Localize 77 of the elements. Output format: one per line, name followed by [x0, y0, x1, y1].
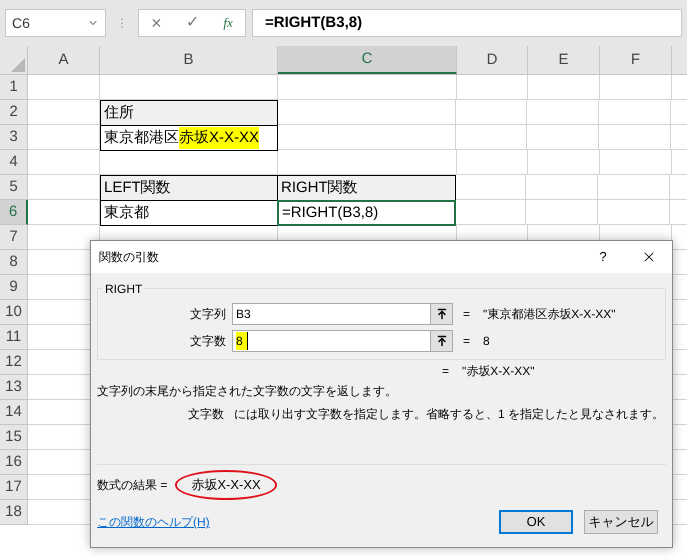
row-header[interactable]: 4: [0, 150, 28, 175]
row-header[interactable]: 14: [0, 400, 28, 425]
empty-cell[interactable]: [457, 150, 528, 175]
column-header[interactable]: E: [528, 46, 600, 74]
empty-cell[interactable]: [456, 100, 527, 125]
empty-cell[interactable]: [598, 175, 670, 200]
empty-cell[interactable]: [457, 75, 528, 100]
empty-cell[interactable]: [278, 75, 457, 100]
empty-cell[interactable]: [456, 125, 527, 150]
empty-cell[interactable]: [527, 125, 599, 150]
row-header[interactable]: 6: [0, 200, 28, 225]
function-description: 文字列の末尾から指定された文字数の文字を返します。: [96, 383, 398, 400]
help-button[interactable]: ?: [580, 241, 626, 273]
row-header[interactable]: 15: [0, 425, 28, 450]
row-header[interactable]: 18: [0, 500, 28, 525]
upload-arrow-icon: [436, 335, 448, 347]
table-cell: RIGHT関数: [277, 175, 456, 201]
upload-arrow-icon: [436, 308, 448, 320]
formula-result-value: 赤坂X-X-XX: [175, 470, 277, 500]
argument-result: "東京都港区赤坂X-X-XX": [483, 306, 616, 323]
empty-cell[interactable]: [528, 150, 600, 175]
help-link[interactable]: この関数のヘルプ(H): [97, 513, 499, 531]
row-header[interactable]: 13: [0, 375, 28, 400]
empty-cell[interactable]: [598, 200, 670, 225]
row-header[interactable]: 3: [0, 125, 28, 150]
row-header[interactable]: 5: [0, 175, 28, 200]
highlighted-text: 赤坂X-X-XX: [179, 126, 260, 150]
collapse-button[interactable]: [431, 330, 453, 352]
cancel-button[interactable]: ×: [151, 10, 162, 36]
column-header[interactable]: F: [600, 46, 672, 74]
dialog-title: 関数の引数: [99, 249, 160, 266]
table-cell: 東京都: [100, 200, 278, 226]
enter-button[interactable]: ✓: [186, 11, 200, 35]
row-header[interactable]: 8: [0, 250, 28, 275]
row-header[interactable]: 9: [0, 275, 28, 300]
empty-cell[interactable]: [599, 100, 671, 125]
function-result: "赤坂X-X-XX": [462, 363, 535, 380]
row-header[interactable]: 11: [0, 325, 28, 350]
column-header[interactable]: D: [457, 46, 528, 74]
argument-label: 文字数: [189, 333, 227, 350]
column-header[interactable]: C: [278, 46, 457, 74]
argument-name: 文字数: [188, 406, 224, 423]
empty-cell[interactable]: [600, 75, 672, 100]
empty-cell[interactable]: [527, 100, 599, 125]
formula-result-label: 数式の結果 =: [97, 477, 168, 494]
table-cell: =RIGHT(B3,8): [277, 200, 456, 226]
row-header[interactable]: 1: [0, 75, 28, 100]
row-header[interactable]: 16: [0, 450, 28, 475]
empty-cell[interactable]: [599, 125, 671, 150]
column-header[interactable]: A: [28, 46, 100, 74]
argument-field[interactable]: B3: [232, 303, 431, 325]
name-box[interactable]: C6: [5, 9, 106, 37]
empty-cell[interactable]: [526, 200, 598, 225]
row-header[interactable]: 2: [0, 100, 28, 125]
empty-cell[interactable]: [600, 150, 672, 175]
row-header[interactable]: 7: [0, 225, 28, 250]
table-cell: 住所: [100, 100, 278, 126]
equals-sign: =: [442, 363, 450, 380]
dialog-button[interactable]: OK: [499, 510, 573, 534]
empty-cell[interactable]: [526, 175, 598, 200]
collapse-button[interactable]: [431, 303, 453, 325]
row-header[interactable]: 17: [0, 475, 28, 500]
argument-result: 8: [483, 333, 490, 350]
argument-description: には取り出す文字数を指定します。省略すると、1 を指定したと見なされます。: [234, 406, 664, 423]
argument-label: 文字列: [189, 306, 227, 323]
equals-sign: =: [463, 333, 472, 350]
dialog-button[interactable]: キャンセル: [584, 510, 658, 534]
table-cell: LEFT関数: [100, 175, 278, 201]
row-header[interactable]: 12: [0, 350, 28, 375]
equals-sign: =: [463, 306, 472, 323]
empty-cell[interactable]: [528, 75, 600, 100]
argument-field[interactable]: 8: [232, 330, 431, 352]
table-cell: 東京都港区赤坂X-X-XX: [100, 125, 278, 151]
formula-field[interactable]: =RIGHT(B3,8): [252, 9, 682, 37]
grip-icon: ⋮: [112, 14, 132, 32]
insert-function-button[interactable]: fx: [223, 13, 233, 33]
row-header[interactable]: 10: [0, 300, 28, 325]
